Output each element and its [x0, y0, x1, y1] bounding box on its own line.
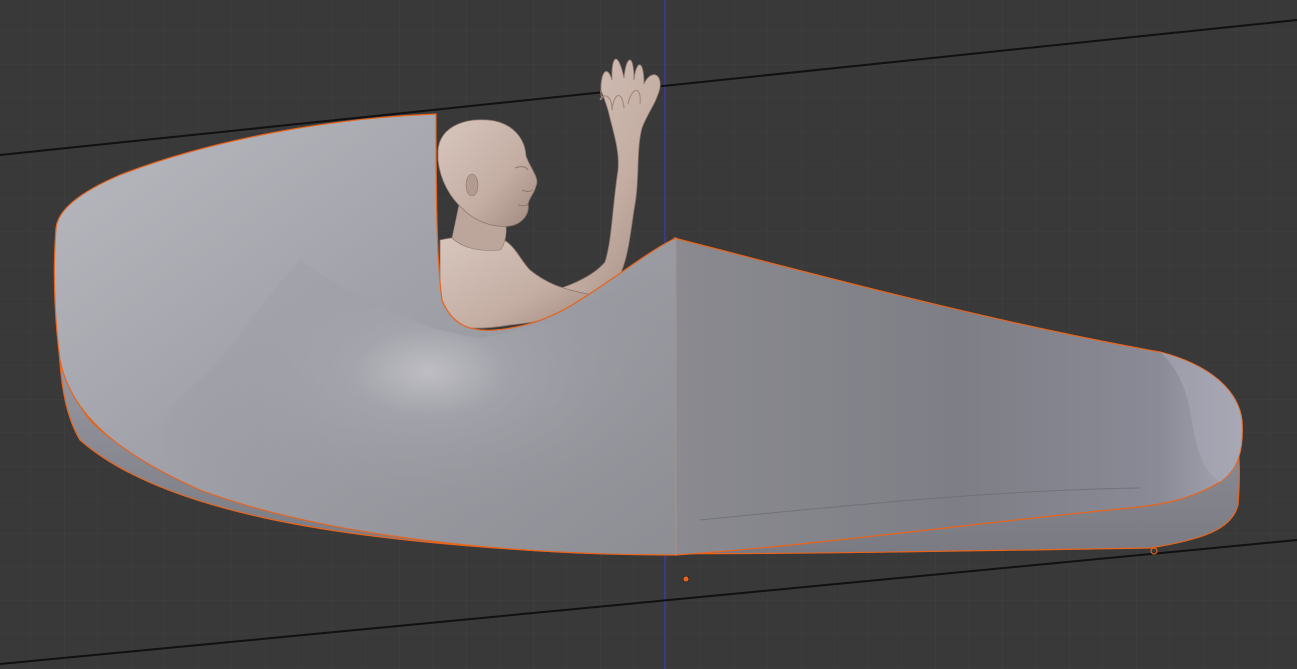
3d-viewport[interactable]	[0, 0, 1297, 669]
object-origin-marker[interactable]	[682, 575, 690, 583]
pilot-ear	[465, 173, 479, 197]
viewport-canvas[interactable]	[0, 0, 1297, 669]
